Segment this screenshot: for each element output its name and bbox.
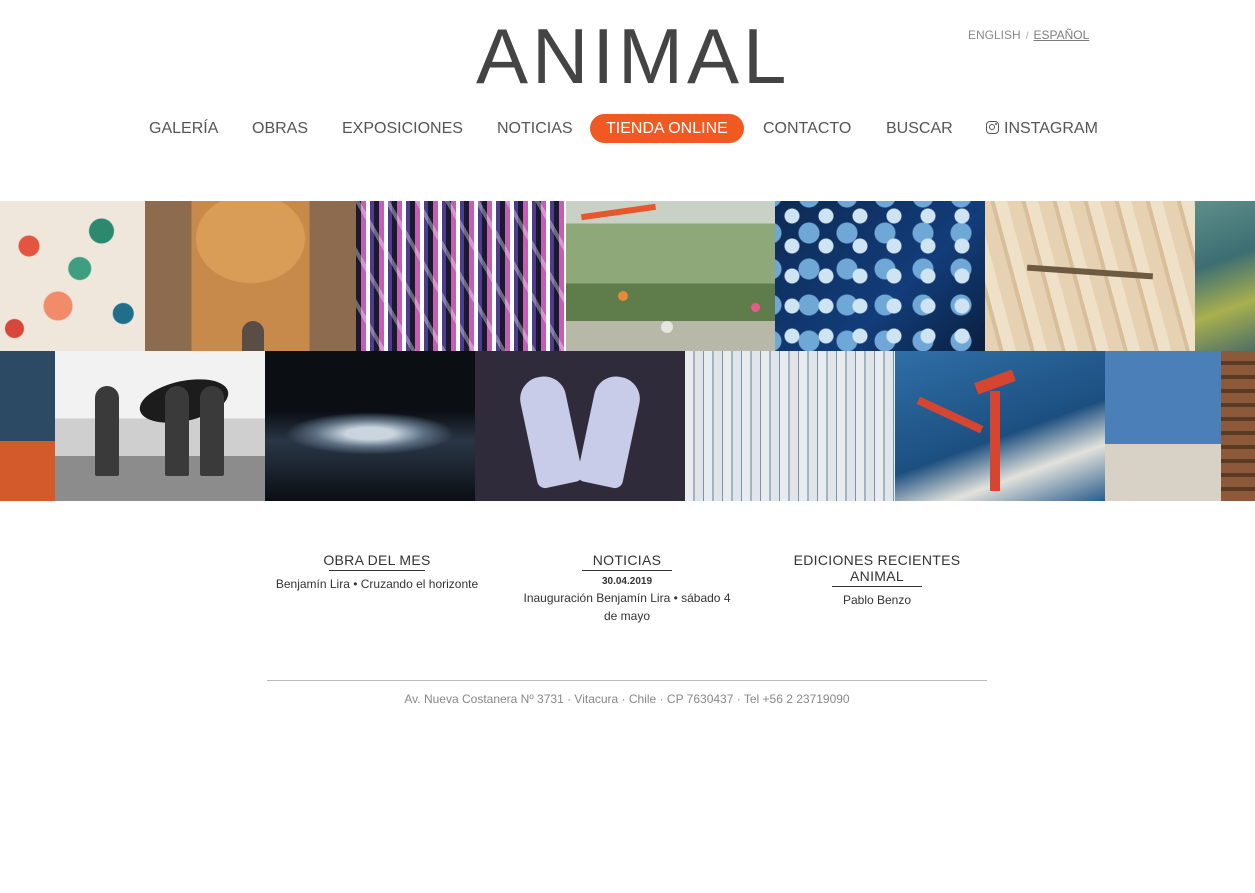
artwork-tile-blue-dots[interactable] <box>775 201 985 351</box>
artwork-person <box>165 386 189 476</box>
main-nav: GALERÍA OBRAS EXPOSICIONES NOTICIAS TIEN… <box>0 114 1255 144</box>
nav-contacto[interactable]: CONTACTO <box>763 114 851 143</box>
nav-obras[interactable]: OBRAS <box>252 114 308 143</box>
artwork-person <box>200 386 224 476</box>
footer-address: Av. Nueva Costanera Nº 3731 · Vitacura ·… <box>404 692 850 706</box>
noticias-date: 30.04.2019 <box>601 576 653 587</box>
lang-separator: / <box>1025 31 1029 42</box>
artwork-dot <box>751 303 760 312</box>
artwork-tile-wave[interactable] <box>265 351 475 501</box>
artwork-figure <box>576 372 644 490</box>
artwork-tile-floral[interactable] <box>0 201 145 351</box>
obra-del-mes-text[interactable]: Benjamín Lira • Cruzando el horizonte <box>266 575 488 593</box>
nav-exposiciones[interactable]: EXPOSICIONES <box>342 114 463 143</box>
ediciones-title-line2[interactable]: ANIMAL <box>766 568 988 584</box>
artwork-figure <box>242 321 265 351</box>
artwork-mosaic <box>0 201 1255 501</box>
artwork-tile-stripes[interactable] <box>356 201 566 351</box>
artwork-tile-machine[interactable] <box>895 351 1105 501</box>
artwork-tile-cathedral[interactable] <box>685 351 895 501</box>
artwork-dot <box>618 291 628 301</box>
lang-spanish-link[interactable]: ESPAÑOL <box>1033 28 1089 42</box>
obra-del-mes-title[interactable]: OBRA DEL MES <box>266 552 488 568</box>
nav-galeria[interactable]: GALERÍA <box>149 114 218 143</box>
noticias-section: NOTICIAS 30.04.2019 Inauguración Benjamí… <box>516 552 738 625</box>
artwork-tile-cats[interactable] <box>475 351 685 501</box>
artwork-person <box>95 386 119 476</box>
footer-divider <box>267 680 987 681</box>
lang-english-link[interactable]: ENGLISH <box>968 28 1021 42</box>
obra-del-mes-section: OBRA DEL MES Benjamín Lira • Cruzando el… <box>266 552 488 593</box>
artwork-shape <box>916 396 984 434</box>
ediciones-title-line1[interactable]: EDICIONES RECIENTES <box>766 552 988 568</box>
artwork-tile-wood[interactable] <box>985 201 1195 351</box>
artwork-shape <box>990 391 1000 491</box>
artwork-structure <box>1221 351 1255 501</box>
title-underline <box>582 570 672 571</box>
artwork-figure <box>516 372 584 490</box>
artwork-tile-street[interactable] <box>566 201 775 351</box>
nav-tienda-online-button[interactable]: TIENDA ONLINE <box>590 114 744 143</box>
instagram-icon <box>986 121 999 134</box>
nav-instagram[interactable]: INSTAGRAM <box>986 114 1098 143</box>
title-underline <box>329 570 425 571</box>
artwork-tile-arch[interactable] <box>145 201 356 351</box>
nav-instagram-label: INSTAGRAM <box>1004 120 1098 137</box>
nav-buscar[interactable]: BUSCAR <box>886 114 953 143</box>
artwork-tile-bw-photo[interactable] <box>55 351 265 501</box>
artwork-tile-teal[interactable] <box>1195 201 1255 351</box>
nav-noticias[interactable]: NOTICIAS <box>497 114 573 143</box>
ediciones-text[interactable]: Pablo Benzo <box>766 591 988 609</box>
site-logo[interactable]: ANIMAL <box>476 17 786 95</box>
language-switcher: ENGLISH / ESPAÑOL <box>968 28 1089 42</box>
ediciones-section: EDICIONES RECIENTES ANIMAL Pablo Benzo <box>766 552 988 609</box>
noticias-text[interactable]: Inauguración Benjamín Lira • sábado 4 de… <box>521 589 733 625</box>
artwork-dot <box>661 321 673 333</box>
noticias-title[interactable]: NOTICIAS <box>516 552 738 568</box>
artwork-tile-edge[interactable] <box>0 351 55 501</box>
artwork-stroke <box>580 203 657 221</box>
title-underline <box>832 586 922 587</box>
artwork-tile-desert[interactable] <box>1105 351 1255 501</box>
